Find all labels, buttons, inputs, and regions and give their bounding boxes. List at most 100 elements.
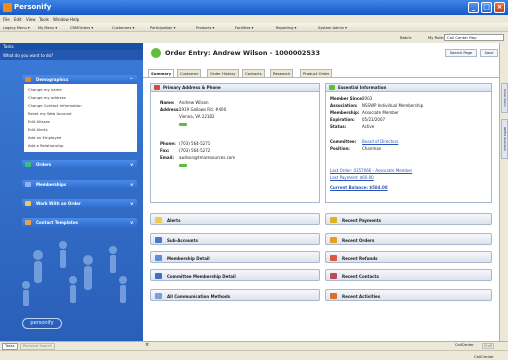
order-title: Order Entry: Andrew Wilson - 1000002533 [165, 49, 320, 57]
expiration-value: 05/21/2007 [362, 117, 386, 122]
side-tab-order-items[interactable]: Order Items [501, 83, 508, 113]
tab-contacts[interactable]: Contacts [242, 69, 265, 77]
communication-icon [155, 293, 162, 299]
collapse-chevron-icon: ^ [129, 77, 133, 82]
nav-section-contact-templates[interactable]: Contact Templates v [22, 218, 137, 227]
bottom-tab-tasks[interactable]: Tasks [2, 343, 18, 350]
bottom-tab-personal-search[interactable]: Personal Search [20, 343, 55, 350]
toolbar-products[interactable]: Products ▾ [196, 26, 214, 30]
search-page-button[interactable]: Search Page [445, 49, 477, 57]
tab-research[interactable]: Research [270, 69, 294, 77]
status-bar: CallCenter [0, 350, 508, 360]
recent-refunds-button[interactable]: Recent Refunds [325, 251, 492, 263]
order-entry-icon [151, 48, 161, 58]
status-value: Active [362, 124, 375, 129]
save-button[interactable]: Save [480, 49, 498, 57]
menu-help[interactable]: Help [70, 17, 79, 22]
last-payment-link[interactable]: Last Payment: $60.00 [330, 175, 374, 180]
recent-payments-button[interactable]: Recent Payments [325, 213, 492, 225]
sub-accounts-icon [155, 237, 162, 243]
task-panel-title: Tasks [3, 44, 14, 49]
toolbar-customers[interactable]: Customers ▾ [112, 26, 134, 30]
link-edit-alerts[interactable]: Edit Alerts [28, 127, 48, 132]
link-change-address[interactable]: Change my address [28, 95, 66, 100]
email-value[interactable]: awilson@tmaresources.com [179, 155, 235, 160]
close-tab-icon[interactable]: × [145, 342, 149, 348]
sub-accounts-button[interactable]: Sub-Accounts [150, 233, 320, 245]
toolbar-my-menu[interactable]: My Menu ▾ [38, 26, 57, 30]
expand-chevron-icon: v [130, 182, 133, 187]
demographics-icon [25, 77, 31, 82]
association-value: NSSWP Individual Membership [362, 103, 424, 108]
expiration-label: Expiration: [330, 117, 355, 122]
alerts-button[interactable]: Alerts [150, 213, 320, 225]
nav-section-demographics[interactable]: Demographics ^ [22, 75, 137, 84]
name-label: Name: [160, 100, 175, 105]
edit-address-button[interactable] [179, 122, 187, 127]
app-logo-icon [3, 3, 12, 12]
order-header: Order Entry: Andrew Wilson - 1000002533 … [143, 43, 499, 63]
nav-section-work-with-order[interactable]: Work With an Order v [22, 199, 137, 208]
tab-order-history[interactable]: Order History [207, 69, 239, 77]
address-label: Address: [160, 107, 180, 112]
nav-section-label: Orders [36, 162, 52, 167]
info-card-icon [329, 85, 335, 90]
link-edit-aliases[interactable]: Edit Aliases [28, 119, 50, 124]
last-order-link[interactable]: Last Order: 0357066 - Associate Member [330, 168, 412, 173]
menu-window[interactable]: Window [53, 17, 69, 22]
toolbar-participation[interactable]: Participation ▾ [150, 26, 175, 30]
membership-detail-button[interactable]: Membership Detail [150, 251, 320, 263]
current-balance-link[interactable]: Current Balance: $584.00 [330, 185, 388, 190]
committee-detail-button[interactable]: Committee Membership Detail [150, 269, 320, 281]
link-add-relationship[interactable]: Add a Relationship [28, 143, 63, 148]
bottom-tab-bar: Tasks Personal Search × CallCenter Staff [0, 341, 508, 350]
toolbar-crm-orders[interactable]: CRMOrders ▾ [70, 26, 93, 30]
link-change-contact[interactable]: Change Contact Information [28, 103, 82, 108]
recent-orders-button[interactable]: Recent Orders [325, 233, 492, 245]
nav-section-orders[interactable]: Orders v [22, 160, 137, 169]
side-tab-strip: Order Items GMOS Assistant [499, 43, 508, 341]
orders-icon [25, 162, 31, 167]
window-title-bar: Personify _ □ × [0, 0, 508, 15]
menu-file[interactable]: File [3, 17, 10, 22]
status-left: CallCenter [455, 343, 474, 347]
essential-info-title: Essential Information [326, 84, 491, 92]
close-button[interactable]: × [494, 2, 505, 13]
nav-section-memberships[interactable]: Memberships v [22, 180, 137, 189]
recent-activities-button[interactable]: Recent Activities [325, 289, 492, 301]
toolbar-facilities[interactable]: Facilities ▾ [235, 26, 253, 30]
status-footer: CallCenter [474, 354, 494, 359]
tab-product-order[interactable]: Product Order [300, 69, 333, 77]
menu-edit[interactable]: Edit [14, 17, 22, 22]
alert-icon [155, 217, 162, 223]
edit-contact-button[interactable] [179, 163, 187, 168]
toolbar-system-admin[interactable]: System Admin ▾ [318, 26, 347, 30]
communication-methods-button[interactable]: All Communication Methods [150, 289, 320, 301]
address-line-2: Vienna, VA 22182 [179, 114, 215, 119]
link-change-name[interactable]: Change my name [28, 87, 62, 92]
toolbar: Legacy Menu ▾ My Menu ▾ CRMOrders ▾ Cust… [0, 23, 508, 32]
orders-icon [330, 237, 337, 243]
side-tab-gmos-assistant[interactable]: GMOS Assistant [501, 119, 508, 159]
email-label: Email: [160, 155, 174, 160]
payments-icon [330, 217, 337, 223]
nav-section-label: Work With an Order [36, 201, 81, 206]
minimize-button[interactable]: _ [468, 2, 479, 13]
menu-view[interactable]: View [26, 17, 36, 22]
task-panel-subheader: What do you want to do? [0, 50, 143, 60]
committee-link[interactable]: Board of Directors [362, 139, 398, 144]
address-card-icon [154, 85, 160, 90]
link-add-employee[interactable]: Add an Employee [28, 135, 61, 140]
link-reset-web-account[interactable]: Reset my Web Account [28, 111, 72, 116]
nav-section-label: Demographics [36, 77, 69, 82]
role-select[interactable]: Call Center Rep [444, 34, 504, 41]
tab-customer[interactable]: Customer [177, 69, 202, 77]
menu-tools[interactable]: Tools [39, 17, 49, 22]
toolbar-reporting[interactable]: Reporting ▾ [276, 26, 296, 30]
toolbar-legacy-menu[interactable]: Legacy Menu ▾ [3, 26, 30, 30]
recent-contacts-label: Recent Contacts [342, 274, 379, 279]
tab-summary[interactable]: Summary [148, 69, 175, 77]
recent-contacts-button[interactable]: Recent Contacts [325, 269, 492, 281]
contact-templates-icon [25, 220, 31, 225]
maximize-button[interactable]: □ [481, 2, 492, 13]
